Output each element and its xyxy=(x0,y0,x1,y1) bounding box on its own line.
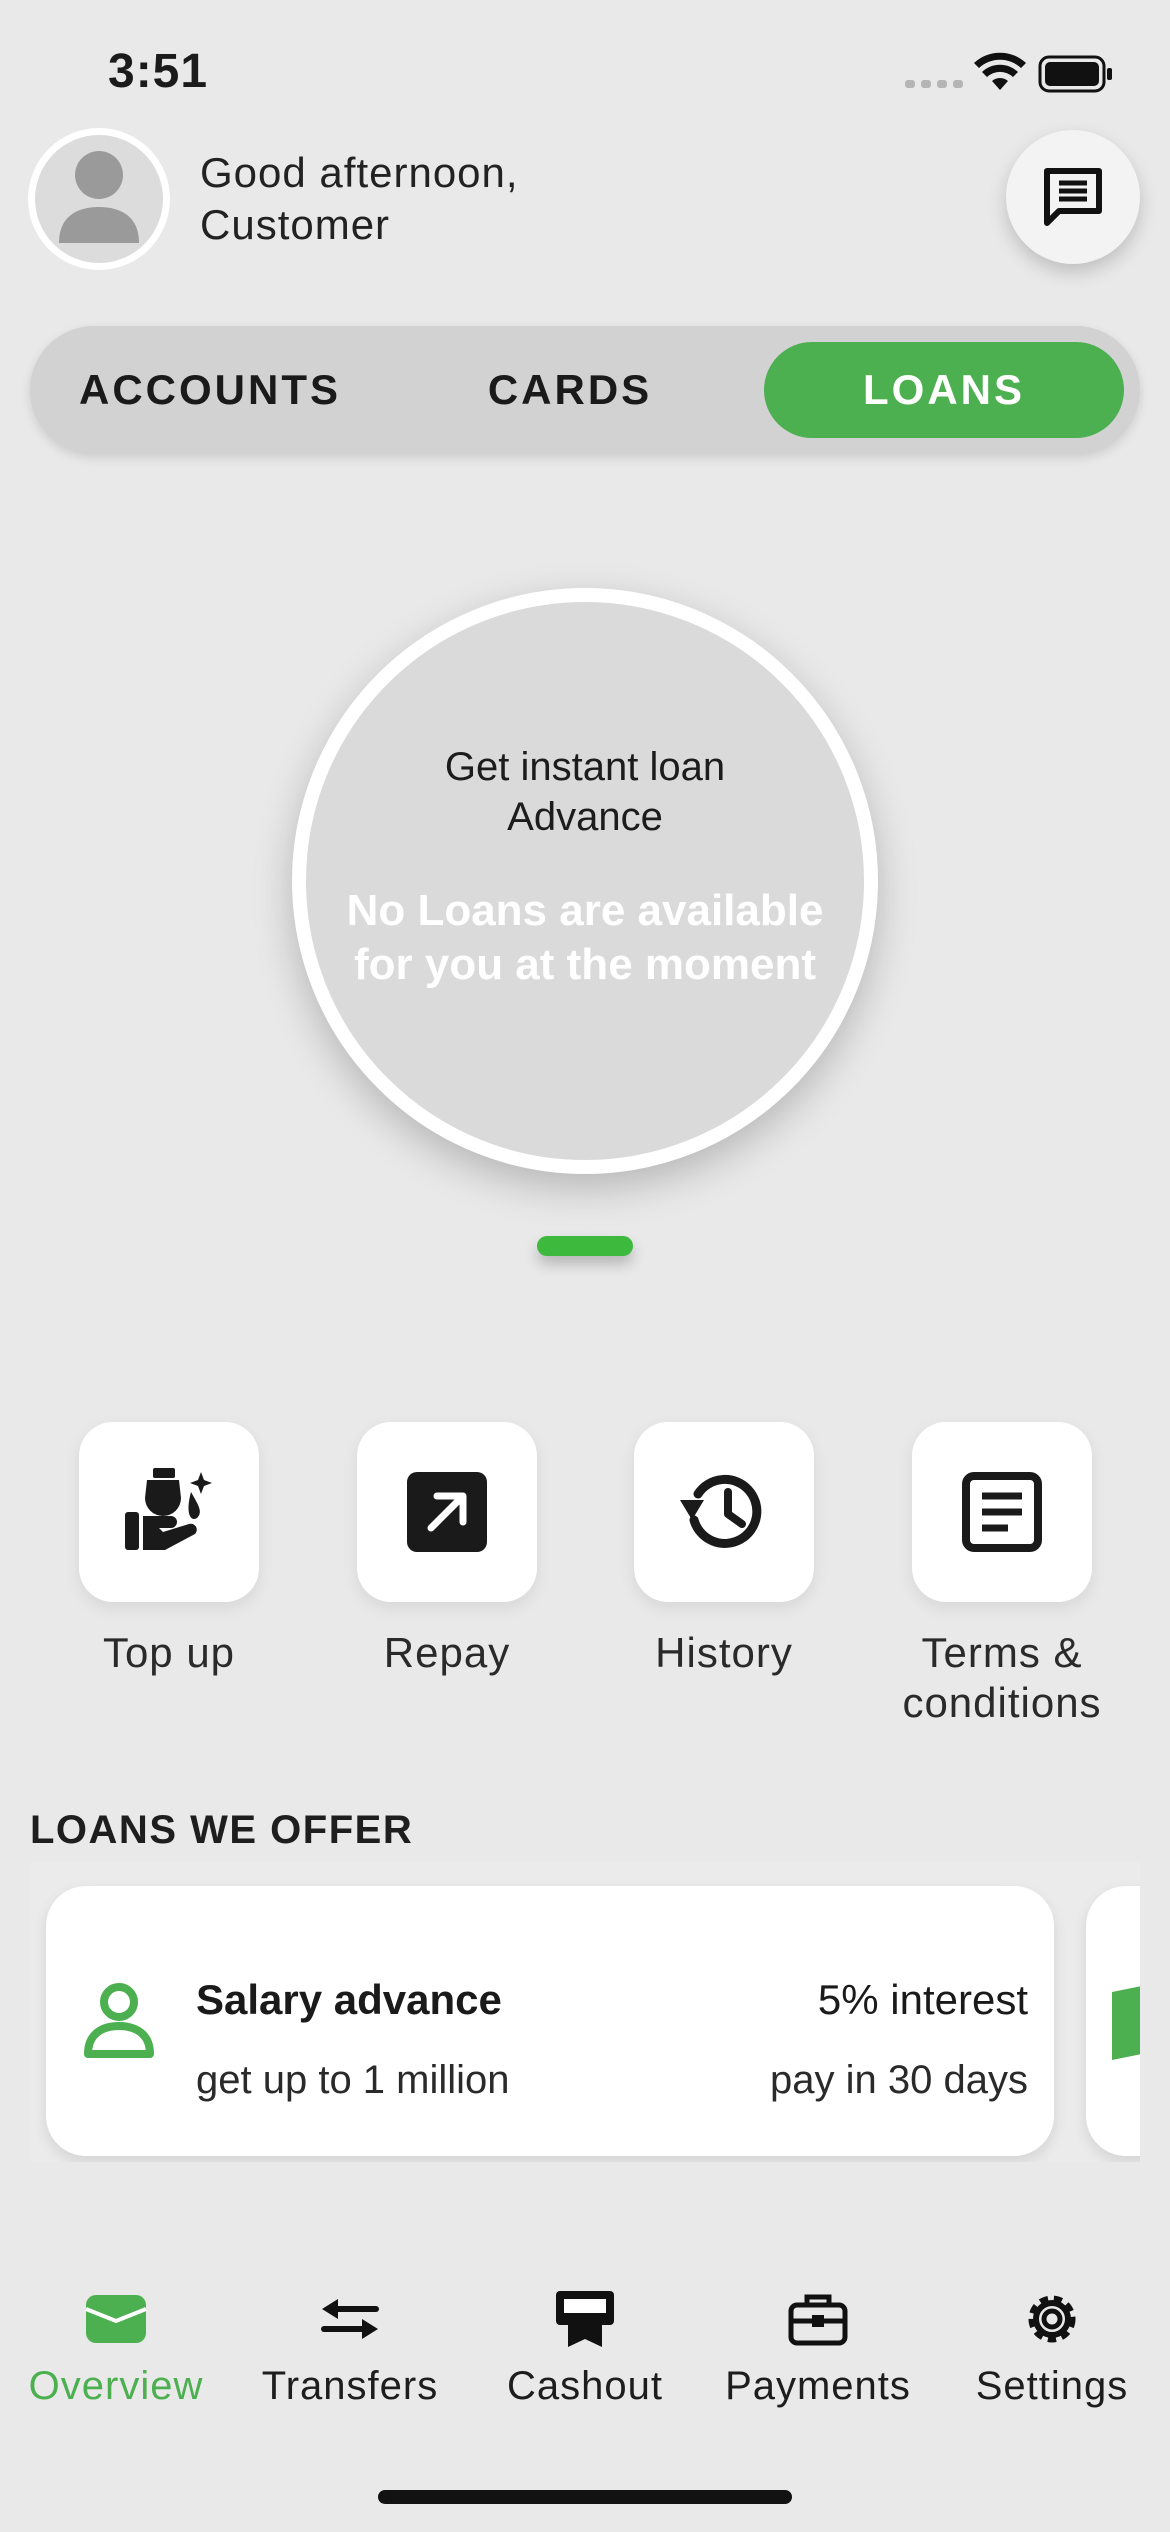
arrow-up-right-icon xyxy=(407,1472,487,1552)
nav-label-cashout: Cashout xyxy=(507,2364,663,2408)
offers-carousel[interactable]: Salary advance get up to 1 million 5% in… xyxy=(30,1862,1140,2162)
gear-icon xyxy=(1028,2295,1076,2343)
tab-loans[interactable]: LOANS xyxy=(764,342,1124,438)
hand-coins-icon xyxy=(125,1468,212,1550)
status-time: 3:51 xyxy=(108,45,209,98)
tab-cards[interactable]: CARDS xyxy=(390,326,750,454)
action-top-up[interactable]: Top up xyxy=(79,1422,259,1676)
nav-settings[interactable]: Settings xyxy=(942,2286,1162,2409)
repay-button[interactable] xyxy=(357,1422,537,1602)
no-loans-message: No Loans are available for you at the mo… xyxy=(346,886,824,989)
top-up-label: Top up xyxy=(102,1629,236,1676)
top-up-button[interactable] xyxy=(79,1422,259,1602)
nav-label-settings: Settings xyxy=(975,2364,1129,2408)
home-indicator[interactable] xyxy=(378,2490,792,2504)
loan-title-line: Advance xyxy=(507,795,663,839)
wallet-icon xyxy=(85,2295,147,2343)
loans-we-offer-title: LOANS WE OFFER xyxy=(30,1808,414,1852)
nav-label-transfers: Transfers xyxy=(261,2364,439,2408)
greeting-line: Good afternoon, xyxy=(200,149,519,196)
chat-button[interactable] xyxy=(1006,130,1140,264)
battery-icon xyxy=(1038,55,1112,93)
document-icon xyxy=(962,1472,1042,1552)
nav-cashout[interactable]: Cashout xyxy=(475,2286,695,2409)
history-label: History xyxy=(655,1629,793,1676)
offer-card-next[interactable] xyxy=(1086,1886,1140,2156)
offer-name: Salary advance xyxy=(196,1976,502,2023)
segmented-tabs: ACCOUNTS CARDS LOANS xyxy=(30,326,1140,454)
chat-icon xyxy=(1044,168,1102,226)
history-icon xyxy=(680,1474,762,1548)
customer-name: Customer xyxy=(200,201,391,248)
action-repay[interactable]: Repay xyxy=(357,1422,537,1676)
tab-accounts[interactable]: ACCOUNTS xyxy=(30,326,390,454)
action-history[interactable]: History xyxy=(634,1422,814,1676)
user-silhouette-icon xyxy=(59,151,139,243)
repay-label: Repay xyxy=(383,1629,511,1676)
person-icon xyxy=(84,1983,154,2058)
wifi-icon xyxy=(974,52,1026,90)
loan-advance-circle[interactable]: Get instant loan Advance No Loans are av… xyxy=(292,588,878,1174)
loan-advance-title: Get instant loan Advance xyxy=(306,742,864,842)
flag-icon xyxy=(1112,1986,1140,2060)
signal-icon xyxy=(905,80,963,88)
nav-label-payments: Payments xyxy=(725,2364,911,2408)
transfer-arrows-icon xyxy=(321,2299,379,2339)
avatar[interactable] xyxy=(28,128,170,270)
nav-payments[interactable]: Payments xyxy=(708,2286,928,2409)
nav-overview[interactable]: Overview xyxy=(6,2286,226,2409)
offer-card-salary-advance[interactable]: Salary advance get up to 1 million 5% in… xyxy=(46,1886,1054,2156)
action-terms[interactable]: Terms & conditions xyxy=(902,1422,1101,1726)
page-indicator xyxy=(537,1236,633,1256)
greeting: Good afternoon, Customer xyxy=(200,147,519,251)
loan-title-line: Get instant loan xyxy=(444,745,726,789)
terms-label: Terms & conditions xyxy=(902,1629,1102,1726)
nav-transfers[interactable]: Transfers xyxy=(240,2286,460,2409)
offer-subtitle: get up to 1 million xyxy=(196,2058,510,2102)
nav-label-overview: Overview xyxy=(28,2364,204,2408)
briefcase-icon xyxy=(788,2294,848,2346)
atm-icon xyxy=(556,2291,614,2347)
history-button[interactable] xyxy=(634,1422,814,1602)
offer-term: pay in 30 days xyxy=(770,2058,1028,2102)
terms-button[interactable] xyxy=(912,1422,1092,1602)
offer-rate: 5% interest xyxy=(817,1976,1028,2023)
